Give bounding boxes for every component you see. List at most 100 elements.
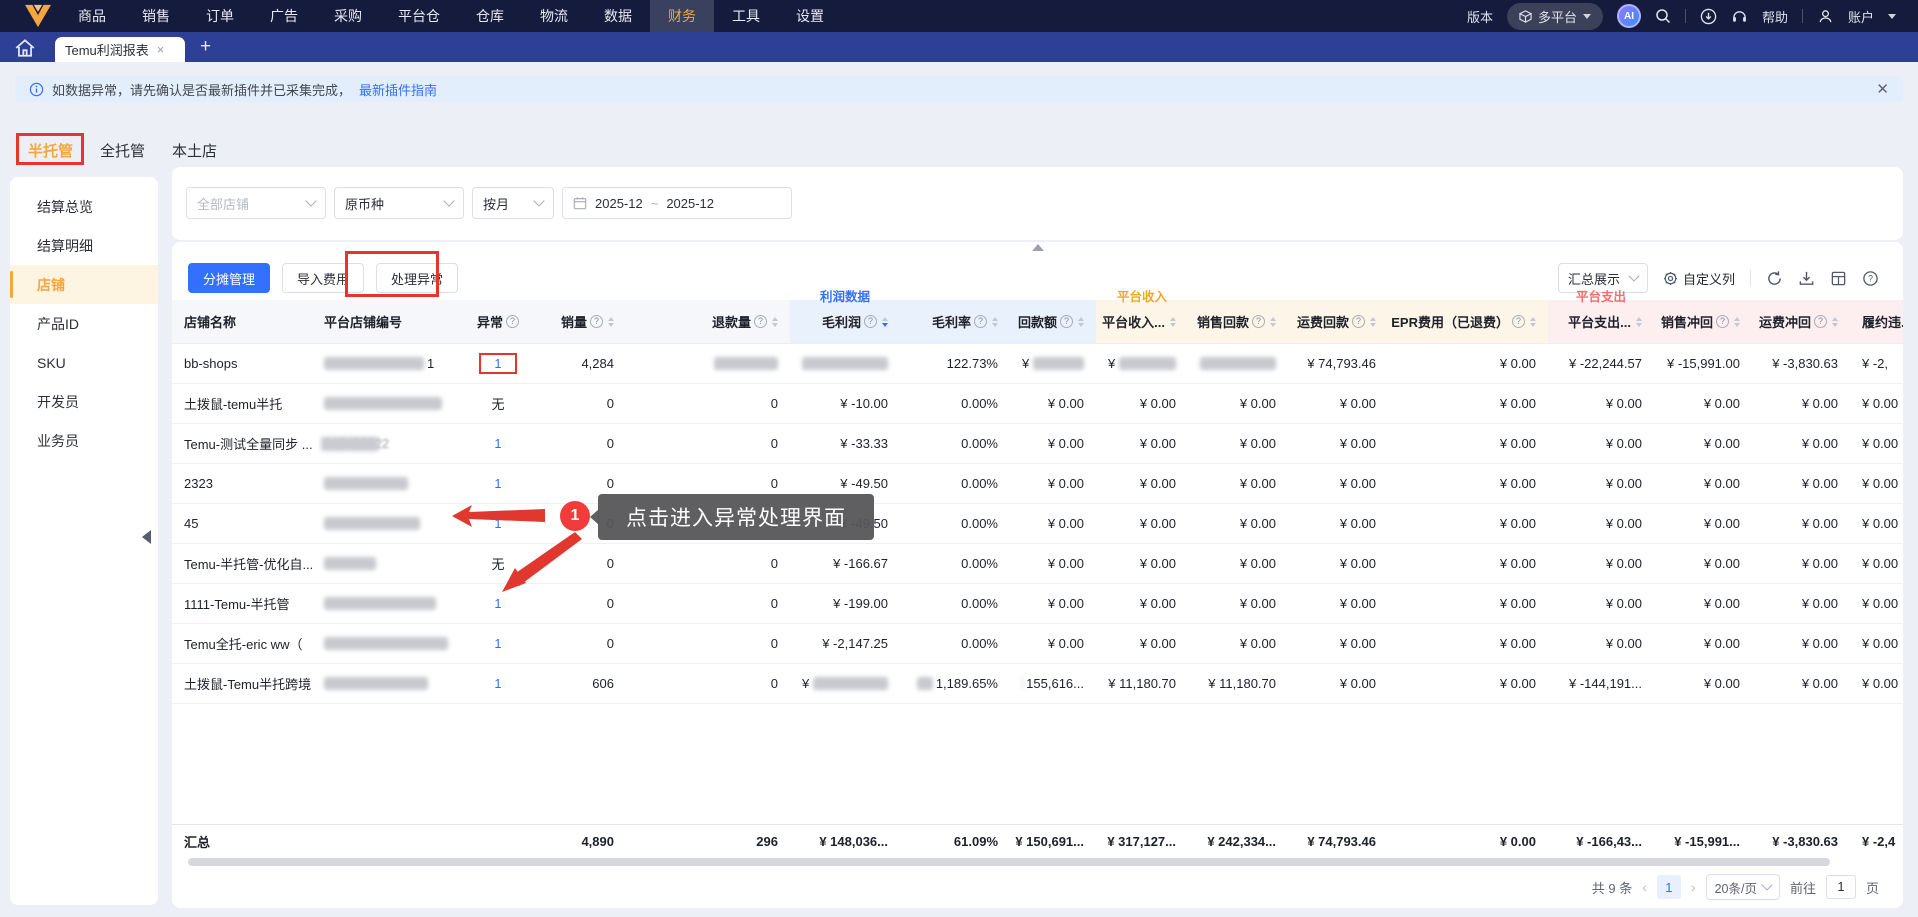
page-number-button[interactable]: 1 xyxy=(1656,875,1681,899)
help-icon[interactable]: ? xyxy=(1716,315,1729,328)
help-icon[interactable]: ? xyxy=(1862,270,1879,287)
sidebar-collapse-handle[interactable] xyxy=(142,530,151,544)
app-logo-icon[interactable] xyxy=(22,3,54,29)
date-range-picker[interactable]: 2025-12 ~ 2025-12 xyxy=(562,187,792,219)
menu-item-订单[interactable]: 订单 xyxy=(188,0,252,32)
chevron-down-icon[interactable] xyxy=(1888,13,1896,19)
horizontal-scrollbar[interactable] xyxy=(188,858,1830,866)
sort-icon[interactable] xyxy=(1530,316,1536,327)
download-circle-icon[interactable] xyxy=(1700,8,1717,25)
mode-tab-全托管[interactable]: 全托管 xyxy=(100,140,145,161)
column-header-运费回款[interactable]: 运费回款? xyxy=(1288,300,1388,343)
menu-item-物流[interactable]: 物流 xyxy=(522,0,586,32)
help-icon[interactable]: ? xyxy=(1060,315,1073,328)
menu-item-广告[interactable]: 广告 xyxy=(252,0,316,32)
cell-店铺名称: Temu-测试全量同步 ... xyxy=(184,437,312,452)
sort-icon[interactable] xyxy=(992,316,998,327)
sort-icon[interactable] xyxy=(882,316,888,327)
sort-icon[interactable] xyxy=(1734,316,1740,327)
sort-icon[interactable] xyxy=(1832,316,1838,327)
column-header-回款额[interactable]: 回款额? xyxy=(1010,300,1096,343)
tab-temu-profit-report[interactable]: Temu利润报表 × xyxy=(55,37,185,62)
sidebar-item-结算明细[interactable]: 结算明细 xyxy=(10,226,158,265)
report-icon[interactable] xyxy=(1830,270,1847,287)
next-page-button[interactable]: › xyxy=(1691,879,1696,895)
sidebar-item-开发员[interactable]: 开发员 xyxy=(10,382,158,421)
toolbar-button-分摊管理[interactable]: 分摊管理 xyxy=(188,263,271,293)
help-icon[interactable]: ? xyxy=(506,315,519,328)
prev-page-button[interactable]: ‹ xyxy=(1642,879,1647,895)
sidebar-item-店铺[interactable]: 店铺 xyxy=(10,265,158,304)
help-icon[interactable]: ? xyxy=(590,315,603,328)
help-icon[interactable]: ? xyxy=(974,315,987,328)
period-filter-select[interactable]: 按月 xyxy=(472,187,554,219)
sort-icon[interactable] xyxy=(772,316,778,327)
filter-collapse-button[interactable] xyxy=(1017,242,1059,254)
summary-cell-平台收入...: ¥ 317,127... xyxy=(1107,833,1176,849)
version-label[interactable]: 版本 xyxy=(1467,7,1493,26)
column-header-毛利润[interactable]: 毛利润? xyxy=(790,300,900,343)
help-icon[interactable]: ? xyxy=(1252,315,1265,328)
column-header-退款量[interactable]: 退款量? xyxy=(626,300,790,343)
menu-item-销售[interactable]: 销售 xyxy=(124,0,188,32)
divider xyxy=(1801,9,1803,23)
account-label[interactable]: 账户 xyxy=(1848,7,1874,26)
help-icon[interactable]: ? xyxy=(1814,315,1827,328)
mode-tab-本土店[interactable]: 本土店 xyxy=(172,140,217,161)
menu-item-仓库[interactable]: 仓库 xyxy=(458,0,522,32)
column-header-销售回款[interactable]: 销售回款? xyxy=(1188,300,1288,343)
goto-page-input[interactable]: 1 xyxy=(1825,875,1856,899)
refresh-icon[interactable] xyxy=(1766,270,1783,287)
menu-item-采购[interactable]: 采购 xyxy=(316,0,380,32)
headset-icon[interactable] xyxy=(1731,8,1748,25)
home-icon[interactable] xyxy=(14,38,36,58)
sort-icon[interactable] xyxy=(1170,316,1176,327)
sort-icon[interactable] xyxy=(608,316,614,327)
shop-filter-select[interactable]: 全部店铺 xyxy=(186,187,326,219)
help-icon[interactable]: ? xyxy=(1512,315,1525,328)
exception-count-link[interactable]: 1 xyxy=(494,596,501,611)
column-header-平台收入...[interactable]: 平台收入... xyxy=(1096,300,1188,343)
close-icon[interactable]: ✕ xyxy=(1876,80,1889,98)
menu-item-设置[interactable]: 设置 xyxy=(778,0,842,32)
plugin-guide-link[interactable]: 最新插件指南 xyxy=(359,80,437,99)
cell-毛利润: ¥ -199.00 xyxy=(833,596,888,611)
column-header-销售冲回[interactable]: 销售冲回? xyxy=(1654,300,1752,343)
menu-item-平台仓[interactable]: 平台仓 xyxy=(380,0,458,32)
sidebar-item-SKU[interactable]: SKU xyxy=(10,343,158,382)
currency-filter-select[interactable]: 原币种 xyxy=(334,187,464,219)
menu-item-商品[interactable]: 商品 xyxy=(60,0,124,32)
platform-selector[interactable]: 多平台 xyxy=(1506,2,1603,30)
sort-icon[interactable] xyxy=(1636,316,1642,327)
sort-icon[interactable] xyxy=(1370,316,1376,327)
help-link[interactable]: 帮助 xyxy=(1762,7,1788,26)
add-tab-button[interactable]: + xyxy=(200,36,211,58)
sidebar-item-结算总览[interactable]: 结算总览 xyxy=(10,187,158,226)
exception-count-link[interactable]: 1 xyxy=(479,353,517,374)
column-header-运费冲回[interactable]: 运费冲回? xyxy=(1752,300,1850,343)
column-header-销量[interactable]: 销量? xyxy=(534,300,626,343)
page-size-select[interactable]: 20条/页 xyxy=(1705,874,1780,900)
menu-item-财务[interactable]: 财务 xyxy=(650,0,714,32)
exception-count-link[interactable]: 1 xyxy=(494,676,501,691)
exception-count-link[interactable]: 1 xyxy=(494,636,501,651)
column-header-平台支出...[interactable]: 平台支出... xyxy=(1548,300,1654,343)
menu-item-工具[interactable]: 工具 xyxy=(714,0,778,32)
sidebar-item-业务员[interactable]: 业务员 xyxy=(10,421,158,460)
search-icon[interactable] xyxy=(1655,8,1671,24)
help-icon[interactable]: ? xyxy=(1352,315,1365,328)
sort-icon[interactable] xyxy=(1270,316,1276,327)
help-icon[interactable]: ? xyxy=(754,315,767,328)
help-icon[interactable]: ? xyxy=(864,315,877,328)
sidebar-item-产品ID[interactable]: 产品ID xyxy=(10,304,158,343)
download-icon[interactable] xyxy=(1798,270,1815,287)
column-header-EPR费用（已退费）[interactable]: EPR费用（已退费）? xyxy=(1388,300,1548,343)
ai-assistant-button[interactable]: AI xyxy=(1616,4,1641,28)
customize-columns-button[interactable]: 自定义列 xyxy=(1663,269,1735,288)
close-icon[interactable]: × xyxy=(157,42,165,57)
column-header-毛利率[interactable]: 毛利率? xyxy=(900,300,1010,343)
sort-icon[interactable] xyxy=(1078,316,1084,327)
exception-count-link[interactable]: 1 xyxy=(494,436,501,451)
menu-item-数据[interactable]: 数据 xyxy=(586,0,650,32)
exception-count-link[interactable]: 1 xyxy=(494,476,501,491)
